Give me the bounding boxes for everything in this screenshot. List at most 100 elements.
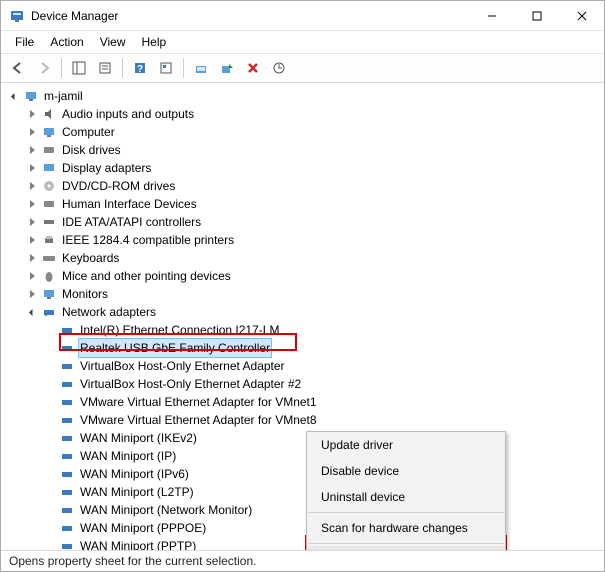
network-adapter-icon bbox=[59, 412, 75, 428]
caret-icon[interactable] bbox=[25, 200, 39, 208]
tree-device-label-selected: Realtek USB GbE Family Controller bbox=[78, 338, 272, 358]
tree-device-intel[interactable]: Intel(R) Ethernet Connection I217-LM bbox=[3, 321, 602, 339]
ctx-properties[interactable]: Properties bbox=[307, 546, 505, 550]
caret-icon[interactable] bbox=[25, 110, 39, 118]
context-menu: Update driver Disable device Uninstall d… bbox=[306, 431, 506, 550]
network-adapter-icon bbox=[59, 448, 75, 464]
computer-icon bbox=[41, 124, 57, 140]
device-manager-window: Device Manager File Action View Help ? bbox=[0, 0, 605, 572]
tree-device-realtek[interactable]: Realtek USB GbE Family Controller bbox=[3, 339, 602, 357]
tree-device-wan-l2tp[interactable]: WAN Miniport (L2TP) bbox=[3, 483, 602, 501]
tree-device-label: VMware Virtual Ethernet Adapter for VMne… bbox=[78, 411, 319, 429]
tree-device-label: VirtualBox Host-Only Ethernet Adapter bbox=[78, 357, 287, 375]
toolbar: ? bbox=[1, 54, 604, 83]
tree-category-hid[interactable]: Human Interface Devices bbox=[3, 195, 602, 213]
ctx-update-driver[interactable]: Update driver bbox=[307, 432, 505, 458]
scan-hardware-button[interactable] bbox=[268, 57, 290, 79]
tree-device-label: VMware Virtual Ethernet Adapter for VMne… bbox=[78, 393, 319, 411]
menu-file[interactable]: File bbox=[7, 33, 42, 51]
tree-device-label: WAN Miniport (PPPOE) bbox=[78, 519, 208, 537]
enable-device-button[interactable] bbox=[216, 57, 238, 79]
caret-icon[interactable] bbox=[25, 218, 39, 226]
menu-action[interactable]: Action bbox=[42, 33, 91, 51]
tree-category-label: Network adapters bbox=[60, 303, 158, 321]
back-button[interactable] bbox=[7, 57, 29, 79]
tree-category-computer[interactable]: Computer bbox=[3, 123, 602, 141]
tree-category-dvd[interactable]: DVD/CD-ROM drives bbox=[3, 177, 602, 195]
tree-category-network[interactable]: Network adapters bbox=[3, 303, 602, 321]
tree-category-mice[interactable]: Mice and other pointing devices bbox=[3, 267, 602, 285]
menubar: File Action View Help bbox=[1, 31, 604, 54]
caret-icon[interactable] bbox=[7, 94, 21, 99]
network-adapter-icon bbox=[59, 376, 75, 392]
tree-device-vbox2[interactable]: VirtualBox Host-Only Ethernet Adapter #2 bbox=[3, 375, 602, 393]
update-driver-button[interactable] bbox=[190, 57, 212, 79]
network-adapter-icon bbox=[59, 430, 75, 446]
toolbar-separator bbox=[183, 58, 184, 78]
tree-device-vmw1[interactable]: VMware Virtual Ethernet Adapter for VMne… bbox=[3, 393, 602, 411]
tree-category-label: Human Interface Devices bbox=[60, 195, 199, 213]
forward-button[interactable] bbox=[33, 57, 55, 79]
tree-category-label: Computer bbox=[60, 123, 117, 141]
caret-icon[interactable] bbox=[25, 254, 39, 262]
caret-icon[interactable] bbox=[25, 164, 39, 172]
tree-category-ide[interactable]: IDE ATA/ATAPI controllers bbox=[3, 213, 602, 231]
dvd-icon bbox=[41, 178, 57, 194]
network-adapter-icon bbox=[59, 340, 75, 356]
printer-icon bbox=[41, 232, 57, 248]
tree-root[interactable]: m-jamil bbox=[3, 87, 602, 105]
close-button[interactable] bbox=[559, 1, 604, 30]
maximize-button[interactable] bbox=[514, 1, 559, 30]
tree-device-label: VirtualBox Host-Only Ethernet Adapter #2 bbox=[78, 375, 303, 393]
ctx-separator bbox=[308, 512, 504, 513]
ctx-disable-device[interactable]: Disable device bbox=[307, 458, 505, 484]
tree-category-audio[interactable]: Audio inputs and outputs bbox=[3, 105, 602, 123]
tree-category-disk[interactable]: Disk drives bbox=[3, 141, 602, 159]
tree-device-vmw8[interactable]: VMware Virtual Ethernet Adapter for VMne… bbox=[3, 411, 602, 429]
tree-device-wan-ipv6[interactable]: WAN Miniport (IPv6) bbox=[3, 465, 602, 483]
action-button[interactable] bbox=[155, 57, 177, 79]
tree-device-wan-pppoe[interactable]: WAN Miniport (PPPOE) bbox=[3, 519, 602, 537]
show-hide-console-tree-button[interactable] bbox=[68, 57, 90, 79]
tree-category-display[interactable]: Display adapters bbox=[3, 159, 602, 177]
ctx-uninstall-device[interactable]: Uninstall device bbox=[307, 484, 505, 510]
caret-icon[interactable] bbox=[25, 290, 39, 298]
caret-icon[interactable] bbox=[25, 272, 39, 280]
caret-icon[interactable] bbox=[25, 182, 39, 190]
tree-category-ieee[interactable]: IEEE 1284.4 compatible printers bbox=[3, 231, 602, 249]
svg-text:?: ? bbox=[137, 64, 143, 75]
tree-category-keyboards[interactable]: Keyboards bbox=[3, 249, 602, 267]
caret-icon[interactable] bbox=[25, 236, 39, 244]
tree-category-label: Monitors bbox=[60, 285, 110, 303]
network-adapter-icon bbox=[59, 484, 75, 500]
menu-help[interactable]: Help bbox=[134, 33, 175, 51]
tree-device-wan-ip[interactable]: WAN Miniport (IP) bbox=[3, 447, 602, 465]
tree-device-label: WAN Miniport (IKEv2) bbox=[78, 429, 199, 447]
network-adapter-icon bbox=[59, 520, 75, 536]
status-text: Opens property sheet for the current sel… bbox=[9, 554, 256, 568]
tree-device-wan-pptp[interactable]: WAN Miniport (PPTP) bbox=[3, 537, 602, 550]
tree-device-label: Intel(R) Ethernet Connection I217-LM bbox=[78, 321, 281, 339]
tree-device-wan-monitor[interactable]: WAN Miniport (Network Monitor) bbox=[3, 501, 602, 519]
caret-icon[interactable] bbox=[25, 310, 39, 315]
tree-device-wan-ikev2[interactable]: WAN Miniport (IKEv2) bbox=[3, 429, 602, 447]
computer-icon bbox=[23, 88, 39, 104]
tree-category-monitors[interactable]: Monitors bbox=[3, 285, 602, 303]
mouse-icon bbox=[41, 268, 57, 284]
minimize-button[interactable] bbox=[469, 1, 514, 30]
caret-icon[interactable] bbox=[25, 128, 39, 136]
properties-button[interactable] bbox=[94, 57, 116, 79]
window-title: Device Manager bbox=[31, 9, 469, 23]
device-tree[interactable]: m-jamil Audio inputs and outputs Compute… bbox=[1, 83, 604, 550]
menu-view[interactable]: View bbox=[92, 33, 134, 51]
uninstall-device-button[interactable] bbox=[242, 57, 264, 79]
ctx-scan-hardware[interactable]: Scan for hardware changes bbox=[307, 515, 505, 541]
tree-device-label: WAN Miniport (L2TP) bbox=[78, 483, 196, 501]
network-adapter-icon bbox=[59, 358, 75, 374]
tree-device-vbox1[interactable]: VirtualBox Host-Only Ethernet Adapter bbox=[3, 357, 602, 375]
help-button[interactable]: ? bbox=[129, 57, 151, 79]
caret-icon[interactable] bbox=[25, 146, 39, 154]
tree-category-label: Audio inputs and outputs bbox=[60, 105, 196, 123]
disk-icon bbox=[41, 142, 57, 158]
audio-icon bbox=[41, 106, 57, 122]
